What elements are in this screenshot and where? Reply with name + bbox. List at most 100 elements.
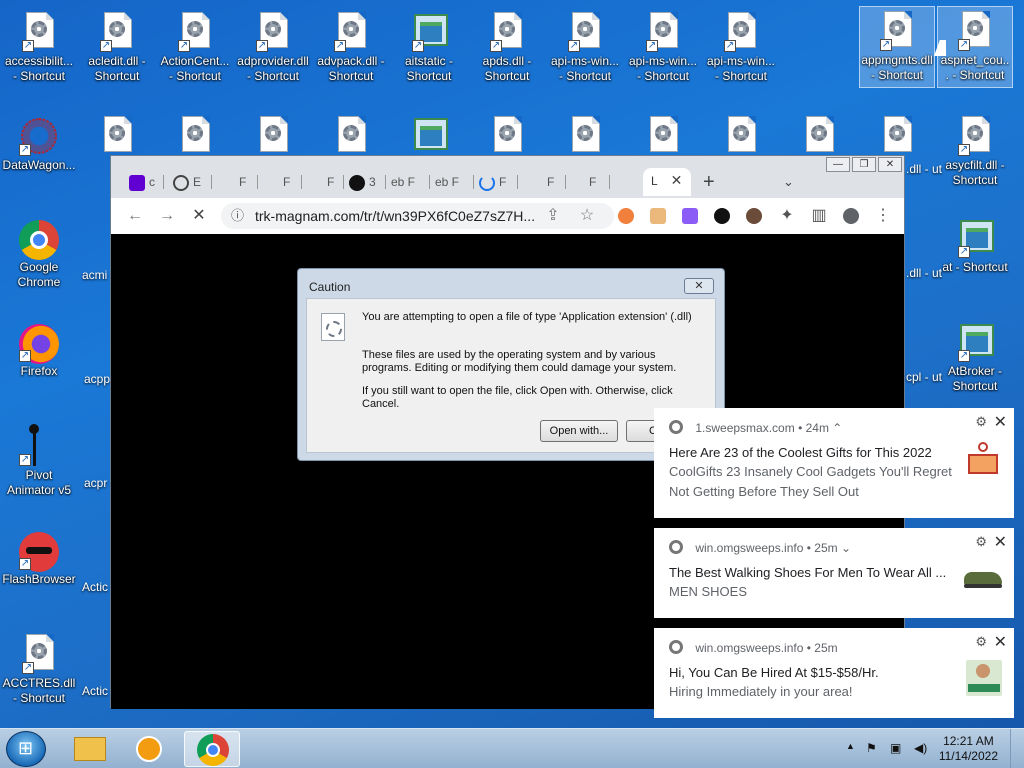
desktop-icon-atbroker[interactable]: ↗ AtBroker - Shortcut <box>937 318 1013 394</box>
tab[interactable]: F <box>283 170 290 194</box>
desktop-icon-partial[interactable] <box>547 112 623 158</box>
desktop-icon-partial[interactable] <box>859 112 935 158</box>
notification-body: MEN SHOES <box>669 584 748 599</box>
profile-avatar-icon[interactable] <box>843 208 859 224</box>
taskbar: ▲ ⚑ ▣ ◀) 12:21 AM 11/14/2022 <box>0 728 1024 768</box>
side-panel-icon[interactable]: ▥ <box>809 206 829 226</box>
gear-icon[interactable]: ⚙ <box>975 414 987 430</box>
gear-icon[interactable]: ⚙ <box>975 634 987 650</box>
open-with-button[interactable]: Open with... <box>540 420 618 442</box>
desktop-icon-google-chrome[interactable]: Google Chrome <box>1 214 77 290</box>
taskbar-chrome[interactable] <box>184 731 240 767</box>
desktop-icon-partial[interactable] <box>625 112 701 158</box>
notification-header: 1.sweepsmax.com • 24m ⌃ <box>669 420 842 435</box>
desktop-icon-partial[interactable] <box>79 112 155 158</box>
show-desktop-button[interactable] <box>1010 729 1024 768</box>
volume-icon[interactable]: ◀) <box>914 741 927 755</box>
desktop-icon-partial[interactable] <box>391 112 467 158</box>
share-icon[interactable]: ⇪ <box>543 206 563 226</box>
desktop-icon-partial[interactable] <box>703 112 779 158</box>
desktop-icon-advpack[interactable]: ↗ advpack.dll - Shortcut <box>313 8 389 84</box>
tab-loading[interactable]: F <box>479 170 506 194</box>
show-hidden-icons-button[interactable]: ▲ <box>846 741 855 751</box>
notification-title: Here Are 23 of the Coolest Gifts for Thi… <box>669 445 932 460</box>
tab-active[interactable]: L ✕ <box>643 168 691 196</box>
desktop-icon-accessibility[interactable]: ↗ accessibilit... - Shortcut <box>1 8 77 84</box>
notification[interactable]: win.omgsweeps.info • 25m ⌄ ⚙ ✕ The Best … <box>654 528 1014 618</box>
dialog-close-button[interactable]: ✕ <box>684 278 714 294</box>
forward-arrow-icon[interactable]: → <box>157 206 177 226</box>
close-window-button[interactable]: ✕ <box>878 157 902 172</box>
desktop-icon-api-ms-win-3[interactable]: ↗ api-ms-win... - Shortcut <box>703 8 779 84</box>
close-icon[interactable]: ✕ <box>994 632 1007 652</box>
taskbar-explorer[interactable] <box>62 731 118 767</box>
desktop-icon-actioncenter[interactable]: ↗ ActionCent... - Shortcut <box>157 8 233 84</box>
desktop-icon-firefox[interactable]: ↗ Firefox <box>1 318 77 379</box>
desktop-icon-asycfilt[interactable]: ↗ asycfilt.dll - Shortcut <box>937 112 1013 188</box>
minimize-button[interactable]: — <box>826 157 850 172</box>
tab-yahoo[interactable]: c <box>129 170 155 194</box>
gear-icon[interactable]: ⚙ <box>975 534 987 550</box>
window-controls: — ❐ ✕ <box>826 157 902 172</box>
close-icon[interactable]: ✕ <box>994 532 1007 552</box>
desktop-icon-adprovider[interactable]: ↗ adprovider.dll - Shortcut <box>235 8 311 84</box>
desktop-icon-datawagon[interactable]: ↗ DataWagon... <box>1 112 77 173</box>
tab-search-chevron-down-icon[interactable]: ⌄ <box>783 170 794 194</box>
desktop-icon-api-ms-win-2[interactable]: ↗ api-ms-win... - Shortcut <box>625 8 701 84</box>
dll-file-icon <box>256 116 290 156</box>
start-button[interactable] <box>6 731 46 767</box>
desktop-icon-pivot-animator[interactable]: ↗ Pivot Animator v5 <box>1 422 77 498</box>
desktop-icon-acctres[interactable]: ↗ ACCTRES.dll - Shortcut <box>1 630 77 706</box>
taskbar-media-player[interactable] <box>122 731 178 767</box>
new-tab-button[interactable]: + <box>703 170 715 194</box>
extension-icon[interactable] <box>650 208 666 224</box>
close-tab-icon[interactable]: ✕ <box>671 172 683 188</box>
action-center-flag-icon[interactable]: ⚑ <box>866 741 877 755</box>
job-ad-image <box>966 660 1002 696</box>
back-arrow-icon[interactable]: ← <box>125 206 145 226</box>
stop-loading-icon[interactable]: ✕ <box>189 206 209 226</box>
close-icon[interactable]: ✕ <box>994 412 1007 432</box>
desktop-icon-partial[interactable] <box>157 112 233 158</box>
desktop-icon-flashbrowser[interactable]: ↗ FlashBrowser <box>1 526 77 587</box>
tab[interactable]: F <box>327 170 334 194</box>
tab-globe[interactable]: E <box>173 170 201 194</box>
desktop-icon-aitstatic[interactable]: ↗ aitstatic - Shortcut <box>391 8 467 84</box>
system-clock[interactable]: 12:21 AM 11/14/2022 <box>939 734 998 764</box>
dll-file-icon: ↗ <box>958 116 992 156</box>
extension-icon[interactable] <box>746 208 762 224</box>
desktop-icon-partial[interactable] <box>781 112 857 158</box>
info-icon[interactable]: ⓘ <box>231 203 244 229</box>
extension-icon[interactable] <box>682 208 698 224</box>
tab[interactable]: F <box>589 170 596 194</box>
desktop-icon-partial[interactable] <box>313 112 389 158</box>
tab[interactable]: 3 <box>349 170 376 194</box>
network-icon[interactable]: ▣ <box>890 741 901 755</box>
tab[interactable]: F <box>547 170 554 194</box>
tab[interactable]: F <box>239 170 246 194</box>
desktop-icon-label: api-ms-win... - Shortcut <box>628 54 697 83</box>
desktop-icon-label: aspnet_cou... - Shortcut <box>940 53 1010 82</box>
menu-kebab-icon[interactable]: ⋮ <box>873 206 893 226</box>
dll-file-icon: ↗ <box>100 12 134 52</box>
desktop-icon-appmgmts[interactable]: ↗ appmgmts.dll - Shortcut <box>859 6 935 88</box>
notification[interactable]: 1.sweepsmax.com • 24m ⌃ ⚙ ✕ Here Are 23 … <box>654 408 1014 518</box>
media-player-icon <box>136 736 162 762</box>
desktop-icon-apds[interactable]: ↗ apds.dll - Shortcut <box>469 8 545 84</box>
desktop-icon-acledit[interactable]: ↗ acledit.dll - Shortcut <box>79 8 155 84</box>
desktop-icon-partial[interactable] <box>469 112 545 158</box>
desktop-icon-label: Pivot Animator v5 <box>6 468 72 497</box>
desktop-icon-label: adprovider.dll - Shortcut <box>237 54 309 83</box>
desktop-icon-at[interactable]: ↗ at - Shortcut <box>937 214 1013 275</box>
tab[interactable]: eb F <box>391 170 415 194</box>
desktop-icon-api-ms-win-1[interactable]: ↗ api-ms-win... - Shortcut <box>547 8 623 84</box>
maximize-button[interactable]: ❐ <box>852 157 876 172</box>
tab[interactable]: eb F <box>435 170 459 194</box>
site-icon <box>349 174 365 191</box>
desktop-icon-partial[interactable] <box>235 112 311 158</box>
puzzle-icon[interactable]: ✦ <box>777 206 797 226</box>
extension-icon[interactable] <box>714 208 730 224</box>
extension-icon[interactable] <box>618 208 634 224</box>
bookmark-star-icon[interactable]: ☆ <box>577 206 597 226</box>
notification[interactable]: win.omgsweeps.info • 25m ⚙ ✕ Hi, You Can… <box>654 628 1014 718</box>
